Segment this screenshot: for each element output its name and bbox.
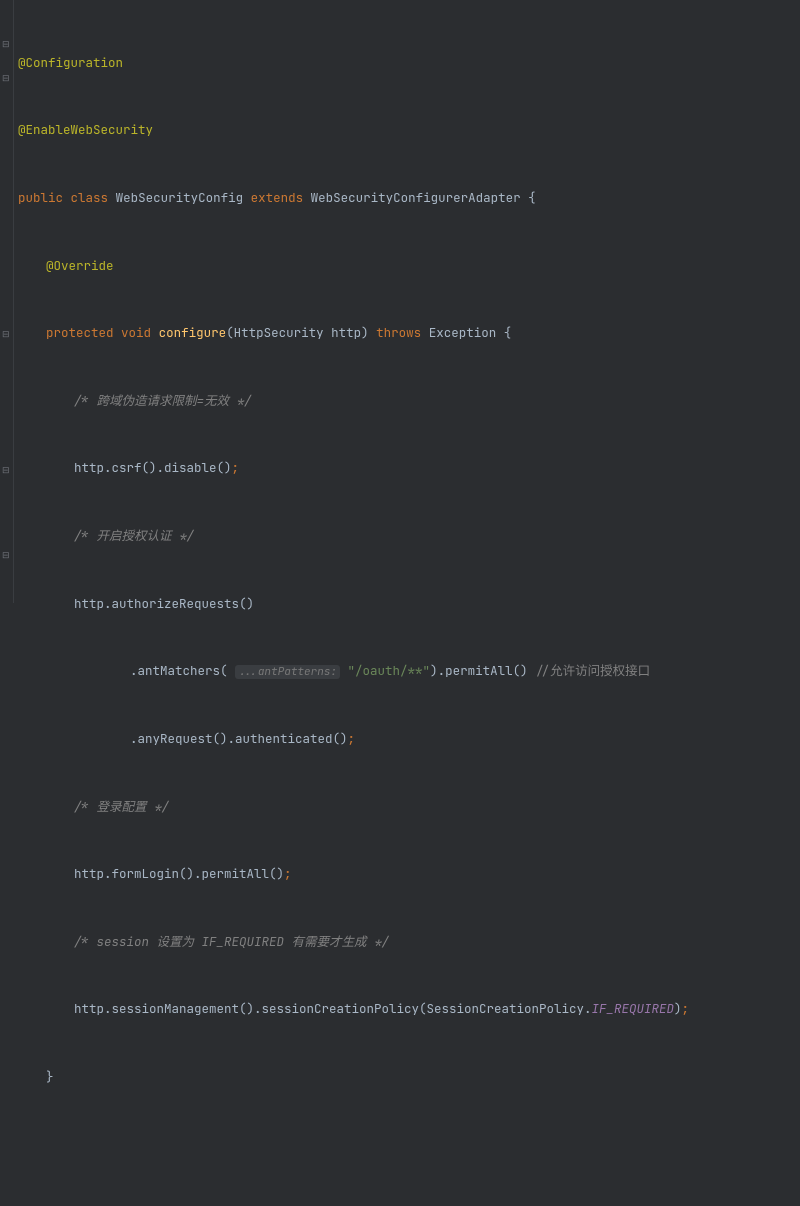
blank-line: [18, 1137, 755, 1154]
code-line: http.formLogin().permitAll();: [18, 866, 755, 883]
code-line: http.authorizeRequests(): [18, 596, 755, 613]
code-line: .anyRequest().authenticated();: [18, 731, 755, 748]
fold-icon[interactable]: ⊟: [2, 72, 10, 84]
code-line: @EnableWebSecurity: [18, 122, 755, 139]
code-line: /* session 设置为 IF_REQUIRED 有需要才生成 */: [18, 934, 755, 951]
code-editor[interactable]: ⊟ ⊟ ⊟ ⊟ ⊟ @Configuration @EnableWebSecur…: [0, 0, 800, 603]
code-line: http.csrf().disable();: [18, 460, 755, 477]
code-line: /* 登录配置 */: [18, 799, 755, 816]
code-line: protected void configure(HttpSecurity ht…: [18, 325, 755, 342]
fold-icon[interactable]: ⊟: [2, 38, 10, 50]
code-line: @Override: [18, 258, 755, 275]
code-line: /* 开启授权认证 */: [18, 528, 755, 545]
code-line: .antMatchers( ...antPatterns: "/oauth/**…: [18, 663, 755, 680]
fold-icon[interactable]: ⊟: [2, 328, 10, 340]
code-line: @Override: [18, 1204, 755, 1206]
code-line: public class WebSecurityConfig extends W…: [18, 190, 755, 207]
code-line: /* 跨域伪造请求限制=无效 */: [18, 393, 755, 410]
fold-icon[interactable]: ⊟: [2, 549, 10, 561]
parameter-hint: ...antPatterns:: [235, 665, 340, 679]
code-line: @Configuration: [18, 55, 755, 72]
code-area[interactable]: @Configuration @EnableWebSecurity public…: [14, 0, 755, 603]
code-line: }: [18, 1069, 755, 1086]
code-line: http.sessionManagement().sessionCreation…: [18, 1001, 755, 1018]
fold-gutter: ⊟ ⊟ ⊟ ⊟ ⊟: [0, 0, 14, 603]
fold-icon[interactable]: ⊟: [2, 464, 10, 476]
